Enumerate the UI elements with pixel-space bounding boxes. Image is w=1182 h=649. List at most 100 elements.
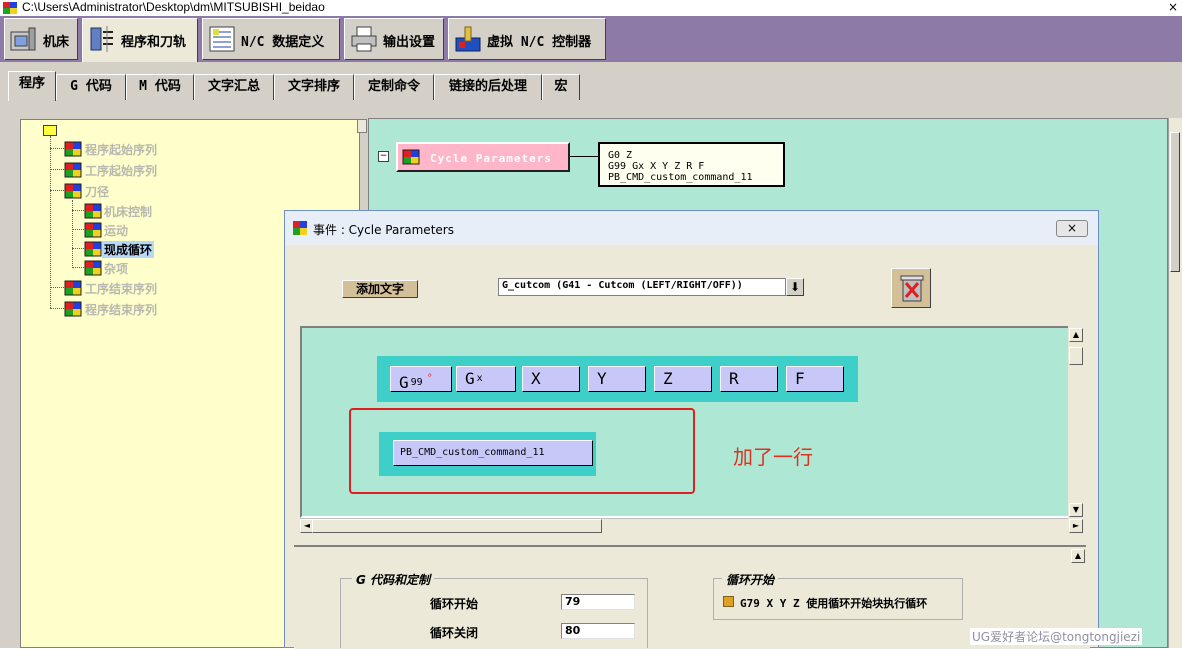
sequence-cube-icon (64, 301, 82, 317)
word-y[interactable]: Y (588, 366, 646, 392)
tree-item-label: 运动 (104, 224, 129, 238)
collapse-toggle[interactable]: − (378, 151, 389, 162)
code-line: G99 Gx X Y Z R F (608, 161, 705, 172)
data-definition-icon (209, 26, 235, 52)
virtual-controller-icon (455, 26, 481, 52)
word-letter: R (729, 369, 739, 388)
event-name: Cycle Parameters (430, 152, 552, 165)
word-gx[interactable]: Gx (456, 366, 516, 392)
window-close-button[interactable]: × (1168, 0, 1178, 14)
dialog-close-button[interactable]: × (1056, 220, 1088, 237)
trash-icon (900, 275, 924, 302)
tree-branch (72, 210, 84, 211)
cycle-start-label: 循环开始 (430, 597, 479, 611)
tree-item-label: 现成循环 (102, 241, 155, 258)
toolbar-label: 输出设置 (383, 35, 436, 50)
tab-macro[interactable]: 宏 (542, 74, 580, 100)
sequence-cube-icon (84, 222, 102, 238)
word-letter: Y (597, 369, 607, 388)
toolbar-label: N/C 数据定义 (241, 35, 325, 50)
toolbar-program-path-button[interactable]: 程序和刀轨 (82, 18, 198, 63)
sequence-cube-icon (84, 241, 102, 257)
word-z[interactable]: Z (654, 366, 712, 392)
g-code-group-title: G 代码和定制 (352, 571, 435, 588)
tab-linked-posts[interactable]: 链接的后处理 (434, 74, 542, 100)
toolbar-label: 程序和刀轨 (121, 35, 187, 50)
annotation-highlight-box (349, 408, 695, 494)
canvas-scroll-thumb[interactable] (1170, 132, 1180, 272)
sequence-cube-icon (84, 260, 102, 276)
tab-m-code[interactable]: M 代码 (126, 74, 194, 100)
toolbar-label: 虚拟 N/C 控制器 (487, 35, 592, 50)
cycle-off-field[interactable]: 80 (561, 623, 635, 639)
tab-program[interactable]: 程序 (8, 71, 56, 101)
tree-item-label: 工序结束序列 (85, 282, 158, 296)
machine-icon (10, 27, 36, 51)
cycle-start-group-title: 循环开始 (722, 571, 779, 588)
scroll-down-button[interactable]: ▼ (1069, 503, 1083, 517)
toolbar-output-button[interactable]: 输出设置 (344, 18, 444, 60)
add-word-button[interactable]: 添加文字 (342, 280, 418, 298)
sequence-cube-icon (64, 141, 82, 157)
chevron-down-icon[interactable]: ⬇ (786, 278, 804, 296)
tree-scrollbar[interactable] (357, 119, 367, 133)
tab-word-sequencing[interactable]: 文字排序 (274, 74, 354, 100)
editor-hscroll-thumb[interactable] (312, 519, 602, 533)
sequence-cube-icon (64, 162, 82, 178)
tree-branch (50, 308, 64, 309)
word-f[interactable]: F (786, 366, 844, 392)
tab-custom-command[interactable]: 定制命令 (354, 74, 434, 100)
main-toolbar: 机床 程序和刀轨 N/C 数据定义 输出设置 虚拟 N/C 控制器 (0, 16, 1182, 63)
word-r[interactable]: R (720, 366, 778, 392)
word-g99[interactable]: G 99 ° (390, 366, 452, 392)
cycle-start-field[interactable]: 79 (561, 594, 635, 610)
modality-marker: ° (426, 373, 433, 384)
window-titlebar: C:\Users\Administrator\Desktop\dm\MITSUB… (0, 0, 1182, 16)
toolbar-virtual-controller-button[interactable]: 虚拟 N/C 控制器 (448, 18, 606, 60)
app-icon (3, 2, 17, 14)
tree-item-label: 杂项 (104, 262, 129, 276)
cycle-off-label: 循环关闭 (430, 626, 479, 640)
toolbar-nc-data-button[interactable]: N/C 数据定义 (202, 18, 340, 60)
word-subscript: x (476, 373, 483, 384)
dialog-title: 事件 : Cycle Parameters (313, 223, 454, 237)
folder-icon (43, 125, 57, 136)
word-subscript: 99 (410, 377, 423, 388)
tree-branch (72, 229, 84, 230)
scroll-up-button[interactable]: ▲ (1071, 549, 1085, 563)
tree-branch (72, 248, 84, 249)
tree-connector (50, 136, 51, 308)
trash-button[interactable] (891, 268, 931, 308)
word-x[interactable]: X (522, 366, 580, 392)
scroll-right-button[interactable]: ► (1069, 519, 1083, 533)
editor-scroll-thumb[interactable] (1069, 347, 1083, 365)
word-letter: F (795, 369, 805, 388)
word-letter: G (465, 369, 475, 388)
program-path-icon (90, 26, 113, 52)
toolbar-label: 机床 (43, 35, 70, 50)
toolbar-machine-button[interactable]: 机床 (4, 18, 78, 60)
app-icon (293, 221, 307, 235)
tree-item-label: 工序起始序列 (85, 164, 158, 178)
cycle-start-checkbox[interactable] (723, 596, 734, 607)
sequence-cube-icon (84, 203, 102, 219)
code-line: G0 Z (608, 150, 633, 161)
tab-word-summary[interactable]: 文字汇总 (194, 74, 274, 100)
tree-item-label: 程序起始序列 (85, 143, 158, 157)
tree-branch (50, 287, 64, 288)
dialog-titlebar: 事件 : Cycle Parameters × (285, 211, 1098, 245)
watermark-text: UG爱好者论坛@tongtongjiezi (970, 628, 1143, 645)
printer-icon (351, 26, 377, 52)
cycle-parameters-event-button[interactable]: Cycle Parameters (396, 142, 570, 172)
window-title: C:\Users\Administrator\Desktop\dm\MITSUB… (22, 0, 325, 14)
tab-g-code[interactable]: G 代码 (56, 74, 126, 100)
event-connector-line (570, 156, 598, 157)
word-select[interactable]: G_cutcom (G41 - Cutcom (LEFT/RIGHT/OFF)) (498, 278, 786, 296)
cycle-start-checkbox-label: G79 X Y Z 使用循环开始块执行循环 (740, 597, 928, 610)
tree-item-label: 刀径 (85, 185, 110, 199)
tree-branch (72, 267, 84, 268)
word-letter: G (399, 373, 409, 392)
scroll-up-button[interactable]: ▲ (1069, 328, 1083, 342)
sequence-cube-icon (64, 183, 82, 199)
tree-branch (50, 190, 64, 191)
